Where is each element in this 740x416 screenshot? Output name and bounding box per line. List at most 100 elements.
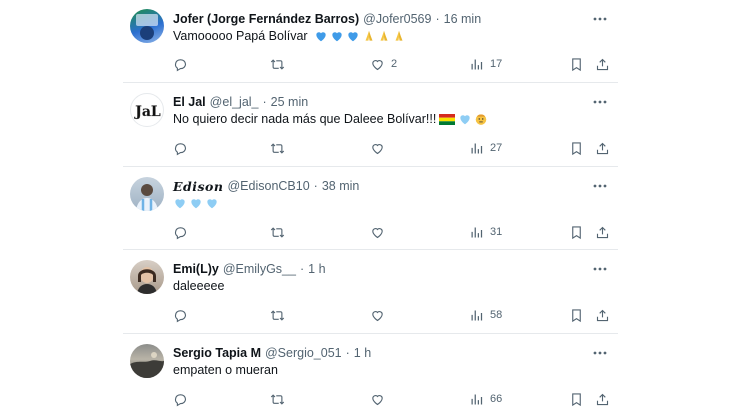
repost-button[interactable] [270,390,285,408]
handle[interactable]: @el_jal_ [210,95,259,109]
reply-icon [174,226,186,239]
share-icon [596,58,609,70]
action-bar: 58 [173,306,613,324]
bolivia-flag-icon [439,113,456,125]
more-options-icon[interactable] [590,11,610,27]
bookmark-icon [572,141,581,155]
more-options-icon[interactable] [590,178,610,194]
reply-tweet[interactable]: Emi(L)y @EmilyGs__ · 1 h daleeeee 58 [123,250,618,333]
reply-tweet[interactable]: JaL El Jal @el_jal_ · 25 min No quiero d… [123,83,618,166]
heart-icon [372,227,383,238]
repost-button[interactable] [270,223,285,241]
share-button[interactable] [595,390,610,408]
bookmark-button[interactable] [569,55,584,73]
share-icon [596,393,609,405]
like-button[interactable] [370,390,385,408]
reply-button[interactable] [173,55,188,73]
display-name[interactable]: Jofer (Jorge Fernández Barros) [173,12,359,26]
separator-dot: · [345,346,350,360]
share-button[interactable] [595,139,610,157]
share-button[interactable] [595,223,610,241]
reply-tweet[interactable]: Jofer (Jorge Fernández Barros) @Jofer056… [123,0,618,82]
like-button[interactable] [370,306,385,324]
blue-heart-icon [346,29,360,43]
views-button[interactable]: 27 [469,139,502,157]
tweet-text: No quiero decir nada más que Daleee Bolí… [173,112,488,126]
tweet-header: Edison @EdisonCB10 · 38 min [173,177,359,195]
reply-button[interactable] [173,306,188,324]
blue-heart-icon [314,29,328,43]
folded-hands-icon [377,29,391,43]
bookmark-button[interactable] [569,390,584,408]
heart-icon [372,143,383,154]
timestamp[interactable]: 1 h [354,346,371,360]
reply-button[interactable] [173,139,188,157]
display-name[interactable]: Sergio Tapia M [173,346,261,360]
replies-feed: Jofer (Jorge Fernández Barros) @Jofer056… [123,0,618,416]
emoji-group [439,112,488,126]
like-button[interactable]: 2 [370,55,397,73]
reply-tweet[interactable]: Sergio Tapia M @Sergio_051 · 1 h empaten… [123,334,618,416]
reply-icon [174,309,186,322]
reply-tweet[interactable]: Edison @EdisonCB10 · 38 min 31 [123,167,618,249]
views-button[interactable]: 31 [469,223,502,241]
handle[interactable]: @Sergio_051 [265,346,342,360]
tweet-header: Emi(L)y @EmilyGs__ · 1 h [173,260,326,278]
views-button[interactable]: 58 [469,306,502,324]
reply-button[interactable] [173,390,188,408]
bookmark-button[interactable] [569,139,584,157]
handle[interactable]: @EmilyGs__ [223,262,296,276]
tweet-text-content: empaten o mueran [173,363,278,377]
timestamp[interactable]: 38 min [322,179,360,193]
reply-button[interactable] [173,223,188,241]
reply-icon [174,58,186,71]
repost-button[interactable] [270,139,285,157]
tweet-text-content: daleeeee [173,279,225,293]
display-name[interactable]: El Jal [173,95,206,109]
more-options-icon[interactable] [590,261,610,277]
views-chart-icon [471,394,483,404]
display-name[interactable]: Emi(L)y [173,262,219,276]
folded-hands-icon [362,29,376,43]
light-blue-heart-icon [189,196,203,210]
light-blue-heart-icon [173,196,187,210]
avatar[interactable] [130,260,164,294]
like-button[interactable] [370,223,385,241]
light-blue-heart-icon [458,112,472,126]
emoji-group [173,196,221,210]
avatar[interactable] [130,177,164,211]
bookmark-icon [572,392,581,406]
share-button[interactable] [595,55,610,73]
blue-heart-icon [330,29,344,43]
repost-icon [270,142,285,154]
handle[interactable]: @Jofer0569 [363,12,431,26]
separator-dot: · [299,262,305,276]
bookmark-icon [572,57,581,71]
handle[interactable]: @EdisonCB10 [227,179,309,193]
folded-hands-icon [392,29,406,43]
views-chart-icon [471,143,483,153]
avatar[interactable] [130,344,164,378]
timestamp[interactable]: 1 h [308,262,325,276]
views-button[interactable]: 66 [469,390,502,408]
view-count: 27 [490,142,503,154]
like-button[interactable] [370,139,385,157]
views-button[interactable]: 17 [469,55,502,73]
timestamp[interactable]: 16 min [444,12,482,26]
avatar[interactable] [130,9,164,43]
views-chart-icon [471,59,483,69]
repost-button[interactable] [270,55,285,73]
display-name[interactable]: Edison [173,179,223,194]
reply-icon [174,142,186,155]
timestamp[interactable]: 25 min [271,95,309,109]
repost-button[interactable] [270,306,285,324]
more-options-icon[interactable] [590,94,610,110]
repost-icon [270,309,285,321]
bookmark-icon [572,225,581,239]
avatar[interactable]: JaL [130,93,164,127]
bookmark-button[interactable] [569,223,584,241]
share-button[interactable] [595,306,610,324]
more-options-icon[interactable] [590,345,610,361]
views-chart-icon [471,310,483,320]
bookmark-button[interactable] [569,306,584,324]
